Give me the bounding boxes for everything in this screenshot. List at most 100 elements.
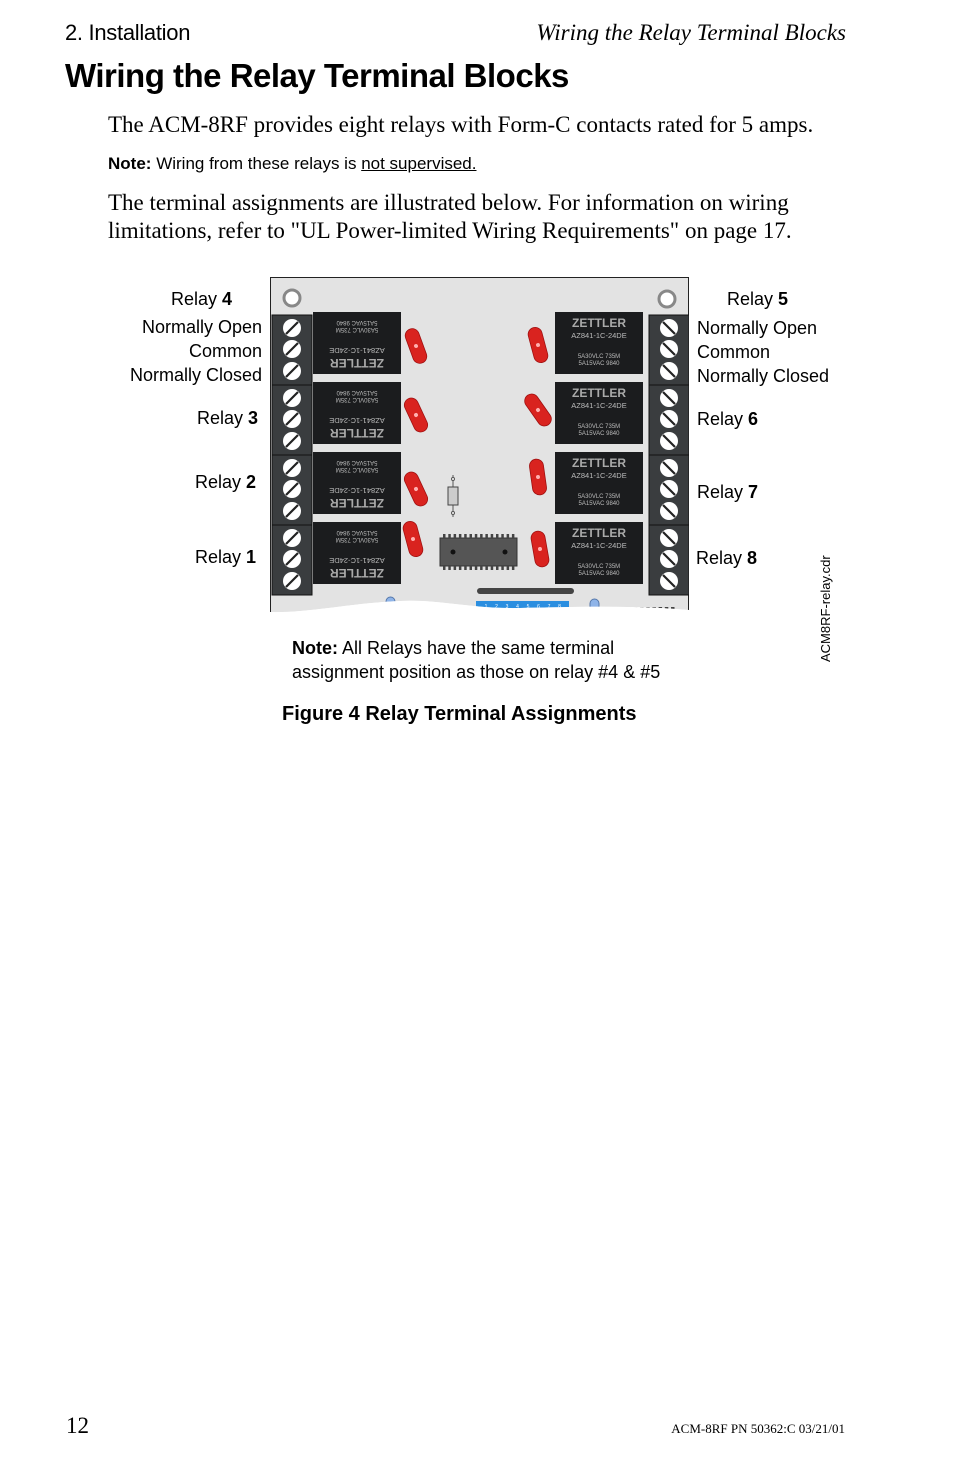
terminal-screw-icon[interactable]	[283, 550, 301, 568]
relay-component: ZETTLERAZ841-1C-24DE 5A30VLC 735M5A15VAC …	[313, 382, 401, 444]
relay-brand: ZETTLER	[572, 316, 626, 330]
terminal-screw-icon[interactable]	[283, 529, 301, 547]
relay-label-prefix: Relay	[727, 289, 779, 309]
relay-rating: 5A15VAC 9840	[336, 319, 378, 325]
terminal-screw-icon[interactable]	[660, 529, 678, 547]
reference-paragraph: The terminal assignments are illustrated…	[108, 190, 792, 243]
relay-label-prefix: Relay	[195, 472, 247, 492]
relay-rating: 5A15VAC 9840	[579, 571, 621, 577]
terminal-screw-icon[interactable]	[660, 502, 678, 520]
terminal-screw-icon[interactable]	[660, 319, 678, 337]
relay-model: AZ841-1C-24DE	[571, 401, 626, 410]
relay-7-label: Relay 7	[697, 482, 758, 503]
terminal-block	[271, 524, 313, 596]
terminal-screw-icon[interactable]	[660, 432, 678, 450]
terminal-screw-icon[interactable]	[660, 410, 678, 428]
relay-component: ZETTLERAZ841-1C-24DE 5A30VLC 735M5A15VAC …	[313, 522, 401, 584]
terminal-block	[648, 384, 689, 456]
terminal-screw-icon[interactable]	[283, 572, 301, 590]
terminal-screw-icon[interactable]	[660, 362, 678, 380]
relay-rating: 5A30VLC 735M	[336, 466, 378, 472]
relay-number: 2	[246, 472, 257, 492]
terminal-screw-icon[interactable]	[660, 459, 678, 477]
terminal-screw-icon[interactable]	[283, 362, 301, 380]
relay-label-prefix: Relay	[697, 482, 749, 502]
terminal-screw-icon[interactable]	[283, 389, 301, 407]
terminal-screw-icon[interactable]	[660, 389, 678, 407]
relay-number: 4	[222, 289, 233, 309]
relay-4-label: Relay 4	[171, 289, 232, 310]
terminal-screw-icon[interactable]	[283, 410, 301, 428]
note-underlined: not supervised.	[361, 154, 477, 173]
relay-rating: 5A30VLC 735M	[578, 354, 620, 360]
relay-number: 8	[747, 548, 758, 568]
terminal-label-normally-open: Normally Open	[141, 317, 262, 337]
relay-rating: 5A15VAC 9840	[336, 529, 378, 535]
figure-note-label: Note:	[292, 638, 338, 658]
relay-brand: ZETTLER	[330, 356, 384, 370]
relay-label-prefix: Relay	[696, 548, 748, 568]
relay-3-label: Relay 3	[197, 408, 258, 429]
relay-component: ZETTLERAZ841-1C-24DE 5A30VLC 735M5A15VAC …	[555, 312, 643, 374]
relay-label-prefix: Relay	[195, 547, 247, 567]
relay-2-label: Relay 2	[195, 472, 256, 493]
note-text: Wiring from these relays is	[156, 154, 362, 173]
relay-brand: ZETTLER	[330, 566, 384, 580]
terminal-label-common: Common	[697, 342, 771, 362]
terminal-screw-icon[interactable]	[660, 572, 678, 590]
figure-note-line2: assignment position as those on relay #4…	[292, 662, 661, 682]
ic-chip-icon	[439, 534, 518, 570]
mounting-hole-icon	[282, 288, 302, 308]
relay-rating: 5A30VLC 735M	[578, 424, 620, 430]
relay-rating: 5A15VAC 9840	[579, 361, 621, 367]
relay-board-illustration: ZETTLERAZ841-1C-24DE5A30VLC 735M5A15VAC …	[270, 277, 689, 622]
figure-caption: Figure 4 Relay Terminal Assignments	[282, 703, 637, 725]
relay-number: 7	[748, 482, 759, 502]
relay-rating: 5A30VLC 735M	[578, 494, 620, 500]
relay-brand: ZETTLER	[330, 426, 384, 440]
relay-8-label: Relay 8	[696, 548, 757, 569]
relay-rating: 5A30VLC 735M	[336, 326, 378, 332]
terminal-block	[271, 314, 313, 386]
figure-note-line1: All Relays have the same terminal	[338, 638, 615, 658]
relay-component: ZETTLERAZ841-1C-24DE 5A30VLC 735M5A15VAC …	[555, 452, 643, 514]
terminal-screw-icon[interactable]	[283, 340, 301, 358]
connector-bar	[477, 588, 574, 594]
relay-number: 1	[246, 547, 257, 567]
terminal-screw-icon[interactable]	[283, 480, 301, 498]
terminal-screw-icon[interactable]	[283, 432, 301, 450]
terminal-block	[271, 384, 313, 456]
relay-model: AZ841-1C-24DE	[571, 471, 626, 480]
terminal-screw-icon[interactable]	[283, 502, 301, 520]
relay-model: AZ841-1C-24DE	[329, 486, 384, 495]
page-number: 12	[66, 1413, 89, 1438]
relay-component: ZETTLERAZ841-1C-24DE 5A30VLC 735M5A15VAC …	[313, 312, 401, 374]
relay-component: ZETTLERAZ841-1C-24DE 5A30VLC 735M5A15VAC …	[555, 522, 643, 584]
relay-number: 3	[248, 408, 259, 428]
relay-model: AZ841-1C-24DE	[329, 346, 384, 355]
relay-rating: 5A30VLC 735M	[336, 396, 378, 402]
terminal-screw-icon[interactable]	[660, 340, 678, 358]
relay-rating: 5A15VAC 9840	[579, 501, 621, 507]
relay-brand: ZETTLER	[572, 456, 626, 470]
mounting-hole-icon	[657, 289, 677, 309]
relay-rating: 5A15VAC 9840	[579, 431, 621, 437]
terminal-label-normally-closed: Normally Closed	[697, 366, 830, 386]
relay-model: AZ841-1C-24DE	[329, 556, 384, 565]
file-label: ACM8RF-relay.cdr	[818, 555, 833, 662]
relay-1-label: Relay 1	[195, 547, 256, 568]
intro-paragraph: The ACM-8RF provides eight relays with F…	[108, 112, 814, 137]
terminal-screw-icon[interactable]	[660, 480, 678, 498]
terminal-block	[648, 524, 689, 596]
relay-number: 5	[778, 289, 789, 309]
section-header: 2. Installation	[65, 20, 191, 45]
terminal-label-normally-closed: Normally Closed	[129, 365, 262, 385]
terminal-screw-icon[interactable]	[283, 459, 301, 477]
relay-rating: 5A15VAC 9840	[336, 389, 378, 395]
terminal-label-common: Common	[188, 341, 262, 361]
terminal-screw-icon[interactable]	[283, 319, 301, 337]
terminal-screw-icon[interactable]	[660, 550, 678, 568]
relay-label-prefix: Relay	[697, 409, 749, 429]
note-label: Note:	[108, 154, 152, 173]
terminal-block	[648, 314, 689, 386]
